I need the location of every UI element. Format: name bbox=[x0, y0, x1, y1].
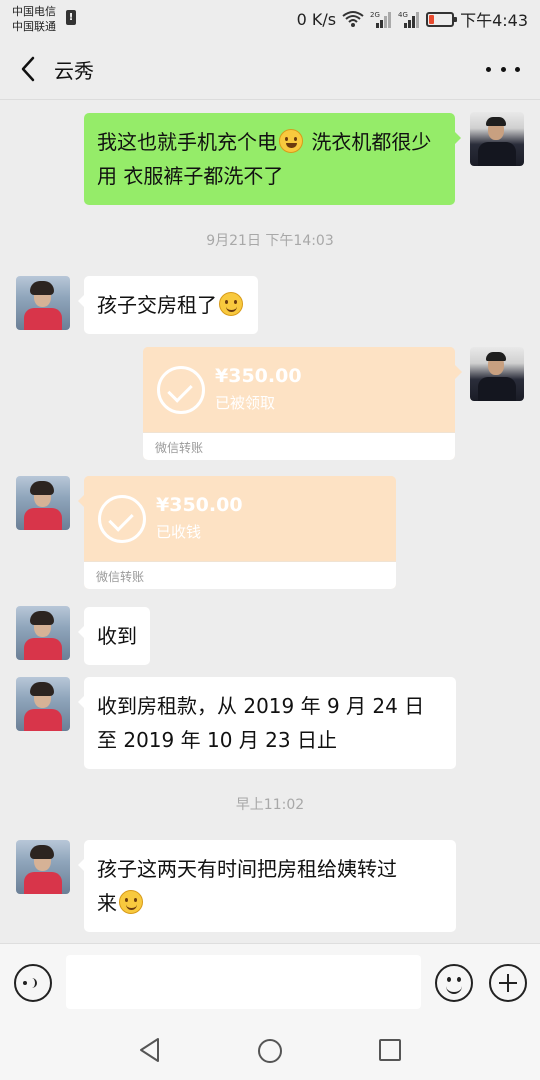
battery-icon bbox=[426, 11, 458, 27]
message-bubble-incoming[interactable]: 孩子这两天有时间把房租给姨转过 来 bbox=[78, 840, 456, 932]
carrier-info: 中国电信 中国联通 bbox=[12, 4, 56, 34]
message-text-line1: 收到房租款，从 2019 年 9 月 24 日 bbox=[97, 694, 425, 718]
battery-level bbox=[429, 14, 434, 24]
laugh-tears-emoji-icon bbox=[279, 129, 303, 153]
nav-home-icon[interactable] bbox=[258, 1039, 282, 1063]
message-text: 孩子交房租了 bbox=[97, 293, 217, 317]
status-time: 下午4:43 bbox=[460, 11, 528, 30]
signal-2g-label: 2G bbox=[370, 11, 380, 19]
transfer-status: 已被领取 bbox=[215, 394, 276, 412]
contact-avatar[interactable] bbox=[16, 276, 70, 330]
check-circle-icon bbox=[98, 495, 146, 543]
transfer-card-outgoing[interactable]: ¥350.00 已被领取 微信转账 bbox=[143, 347, 455, 460]
check-circle-icon bbox=[157, 366, 205, 414]
transfer-card-incoming[interactable]: ¥350.00 已收钱 微信转账 bbox=[84, 476, 396, 589]
signal-4g-label: 4G bbox=[398, 11, 408, 19]
timestamp: 9月21日 下午14:03 bbox=[206, 233, 334, 249]
network-speed: 0 K/s bbox=[296, 9, 337, 29]
message-bubble-incoming[interactable]: 收到房租款，从 2019 年 9 月 24 日 至 2019 年 10 月 23… bbox=[78, 677, 456, 769]
contact-avatar[interactable] bbox=[16, 476, 70, 530]
transfer-amount: ¥350.00 bbox=[215, 365, 302, 387]
status-right: 0 K/s 2G 4G 下午4:43 bbox=[296, 8, 528, 31]
message-text-line2: 来 bbox=[97, 891, 117, 915]
transfer-amount: ¥350.00 bbox=[156, 494, 243, 516]
transfer-footer: 微信转账 bbox=[143, 432, 455, 460]
smile-emoji-icon bbox=[219, 292, 243, 316]
chat-title: 云秀 bbox=[54, 59, 94, 83]
plus-icon[interactable] bbox=[489, 964, 527, 1002]
system-nav-bar bbox=[0, 1023, 540, 1080]
self-avatar[interactable] bbox=[470, 347, 524, 401]
signal-4g-icon: 4G bbox=[398, 11, 420, 28]
message-bubble-outgoing[interactable]: 我这也就手机充个电 洗衣机都很少用 衣服裤子都洗不了 bbox=[84, 113, 461, 205]
signal-2g-icon: 2G bbox=[370, 11, 392, 28]
more-options-icon[interactable] bbox=[486, 58, 520, 80]
timestamp: 早上11:02 bbox=[235, 797, 305, 813]
smile-emoji-icon bbox=[119, 890, 143, 914]
message-text: 我这也就手机充个电 bbox=[97, 130, 277, 154]
back-icon[interactable] bbox=[14, 54, 44, 84]
self-avatar[interactable] bbox=[470, 112, 524, 166]
transfer-footer: 微信转账 bbox=[84, 561, 396, 589]
wifi-icon bbox=[342, 11, 364, 27]
message-text-line1: 孩子这两天有时间把房租给姨转过 bbox=[97, 857, 397, 881]
contact-avatar[interactable] bbox=[16, 606, 70, 660]
nav-back-icon[interactable] bbox=[138, 1037, 162, 1063]
carrier-2: 中国联通 bbox=[12, 20, 56, 33]
message-bubble-incoming[interactable]: 收到 bbox=[78, 607, 150, 665]
chat-header: 云秀 bbox=[0, 38, 540, 100]
bubble-tail bbox=[455, 365, 462, 379]
message-input[interactable] bbox=[66, 955, 421, 1009]
voice-icon[interactable] bbox=[14, 964, 52, 1002]
contact-avatar[interactable] bbox=[16, 840, 70, 894]
input-bar bbox=[0, 943, 540, 1023]
message-text: 收到 bbox=[97, 624, 137, 648]
contact-avatar[interactable] bbox=[16, 677, 70, 731]
emoji-icon[interactable] bbox=[435, 964, 473, 1002]
nav-recents-icon[interactable] bbox=[379, 1039, 401, 1061]
message-bubble-incoming[interactable]: 孩子交房租了 bbox=[78, 276, 258, 334]
transfer-status: 已收钱 bbox=[156, 523, 202, 541]
sim-alert-icon: ! bbox=[66, 10, 76, 25]
message-text-line2: 至 2019 年 10 月 23 日止 bbox=[97, 728, 337, 752]
status-bar: 中国电信 中国联通 ! 0 K/s 2G 4G 下午4:43 bbox=[0, 0, 540, 38]
carrier-1: 中国电信 bbox=[12, 5, 56, 18]
